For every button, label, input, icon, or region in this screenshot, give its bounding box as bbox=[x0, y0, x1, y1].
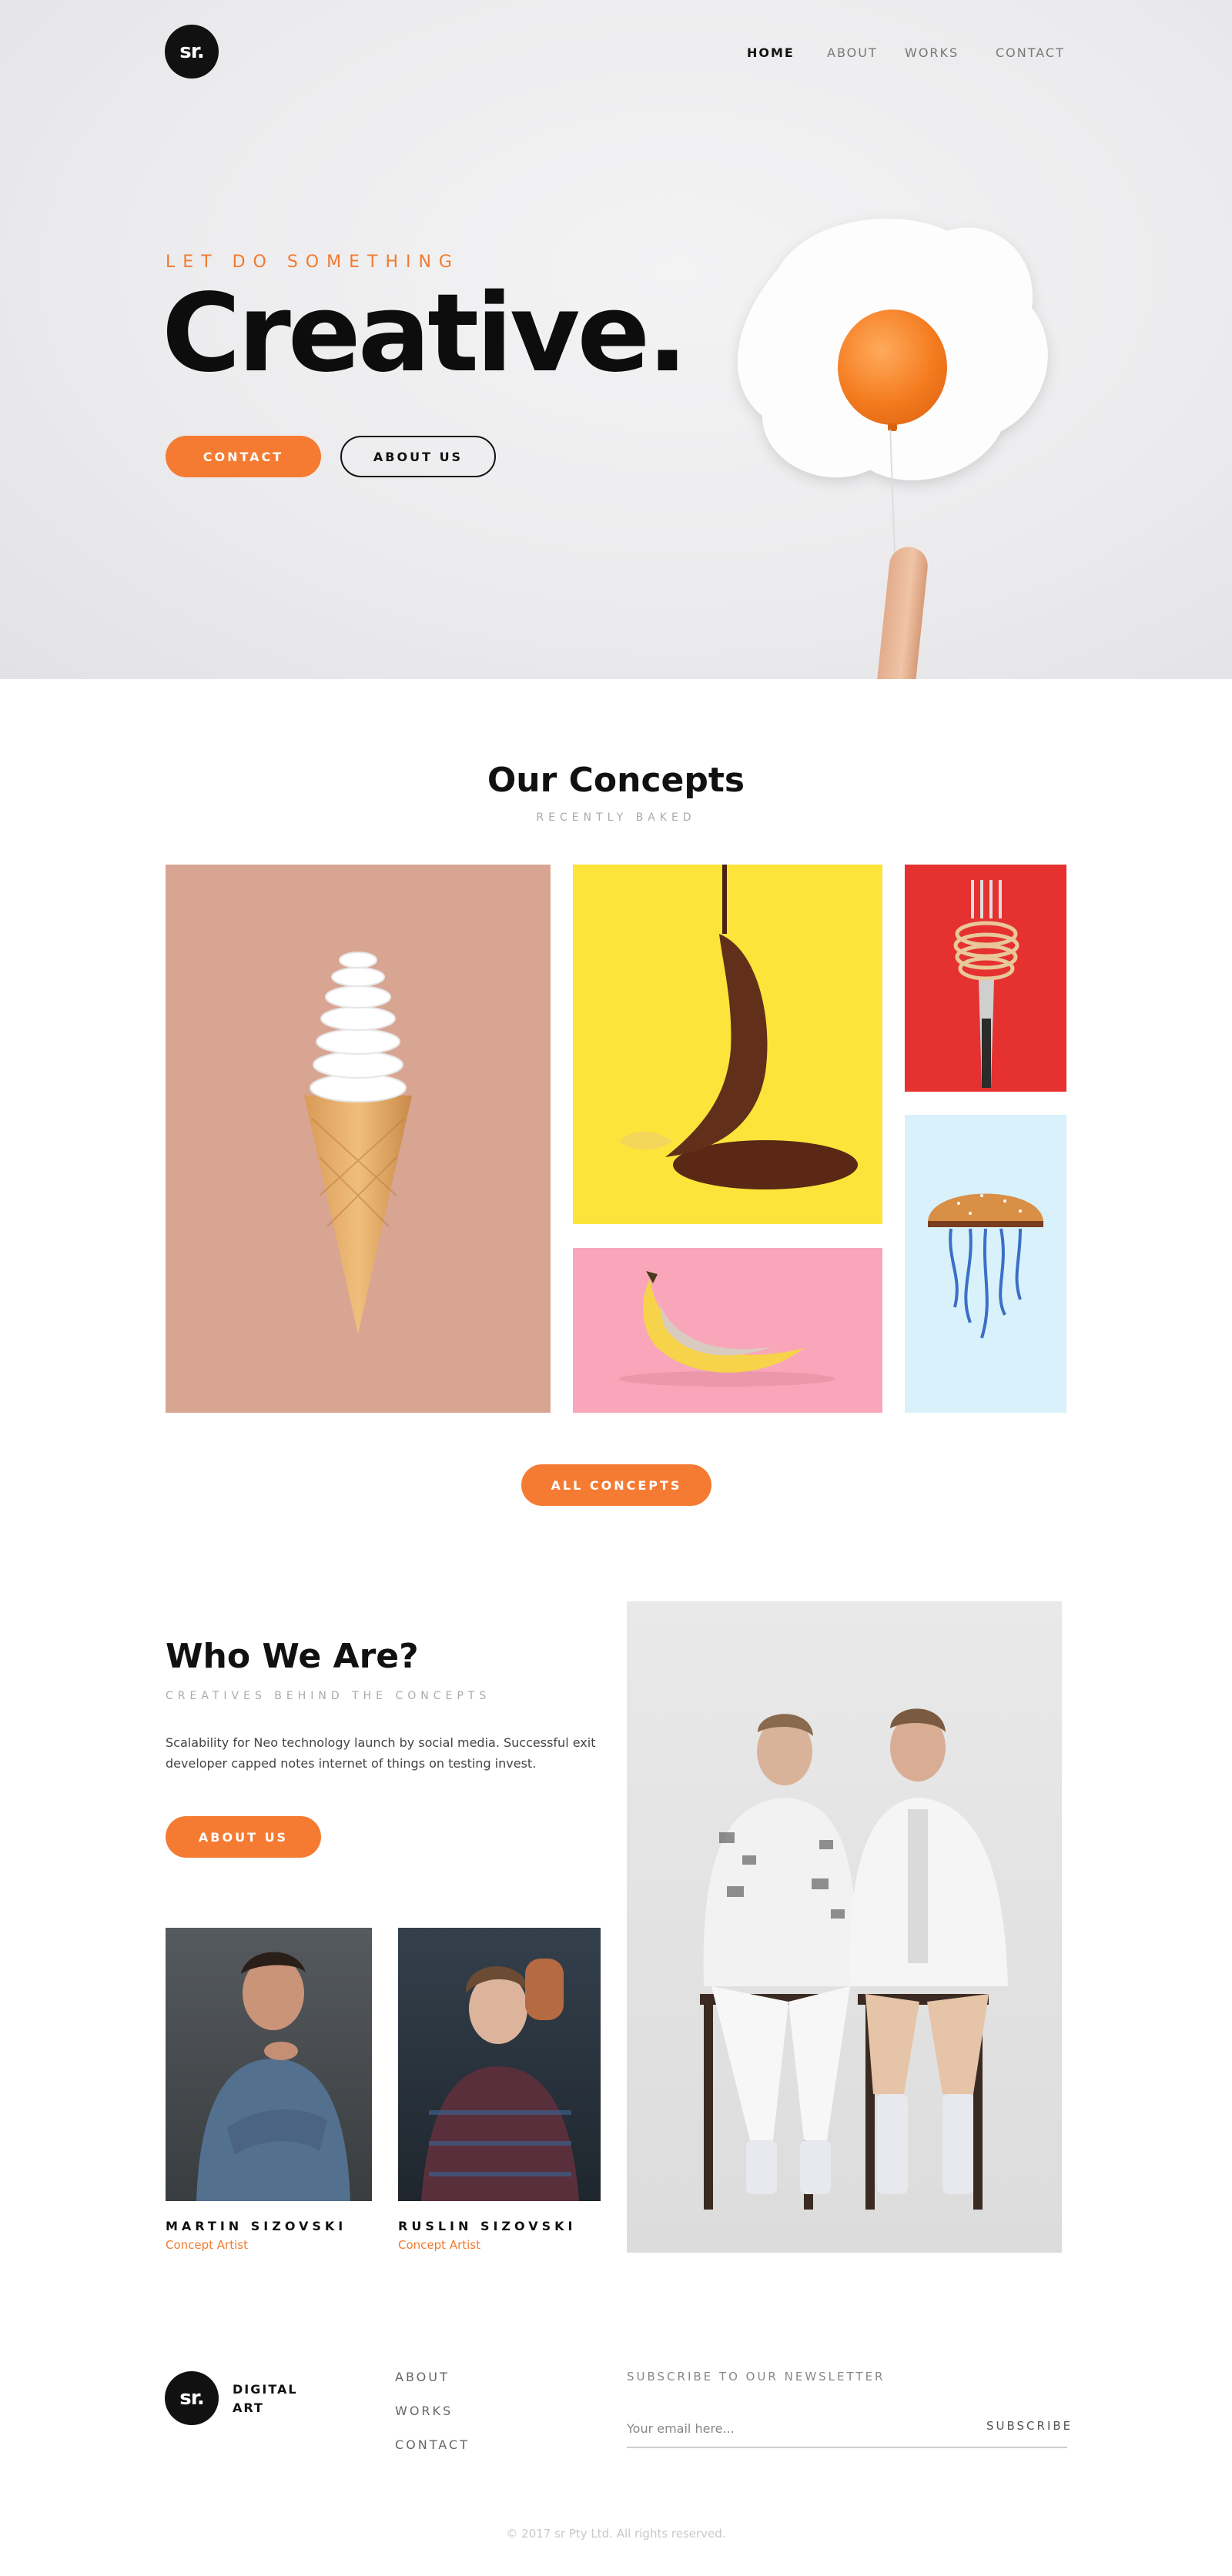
ruslin-portrait-image bbox=[421, 1959, 579, 2201]
footer-logo[interactable]: sr. bbox=[165, 2371, 219, 2425]
nav-contact[interactable]: CONTACT bbox=[996, 45, 1065, 60]
hero-contact-button[interactable]: CONTACT bbox=[166, 436, 321, 477]
footer-brand-line2: ART bbox=[233, 2400, 264, 2415]
concepts-title: Our Concepts bbox=[487, 761, 745, 800]
team-portrait-image bbox=[700, 1708, 1008, 2210]
member-role-ruslin: Concept Artist bbox=[398, 2238, 480, 2252]
nav-about[interactable]: ABOUT bbox=[827, 45, 878, 60]
nav-works[interactable]: WORKS bbox=[905, 45, 959, 60]
nav-home[interactable]: HOME bbox=[747, 45, 795, 60]
about-body-line2: developer capped notes internet of thing… bbox=[166, 1756, 537, 1771]
about-subtitle: CREATIVES BEHIND THE CONCEPTS bbox=[166, 1690, 491, 1702]
member-photo-ruslin bbox=[398, 1928, 601, 2201]
concept-tile-banana-skeleton[interactable] bbox=[573, 1248, 882, 1413]
hero-title: Creative. bbox=[162, 271, 688, 396]
concept-tile-burger-jellyfish[interactable] bbox=[905, 1115, 1066, 1413]
pasta-fork-image bbox=[953, 880, 1019, 1088]
concept-tile-chocolate-banana[interactable] bbox=[573, 865, 882, 1224]
concept-tile-icecream[interactable] bbox=[166, 865, 551, 1413]
about-body-line1: Scalability for Neo technology launch by… bbox=[166, 1735, 596, 1750]
hero-about-button[interactable]: ABOUT US bbox=[340, 436, 496, 477]
subscribe-button[interactable]: SUBSCRIBE bbox=[986, 2419, 1073, 2433]
logo[interactable]: sr. bbox=[165, 25, 219, 79]
burger-jellyfish-image bbox=[928, 1193, 1043, 1339]
hero-kicker: LET DO SOMETHING bbox=[166, 253, 460, 272]
footer-link-contact[interactable]: CONTACT bbox=[395, 2437, 470, 2452]
team-photo bbox=[627, 1601, 1062, 2253]
concepts-subtitle: RECENTLY BAKED bbox=[536, 811, 696, 824]
hand-holding-string bbox=[876, 544, 930, 679]
newsletter-title: SUBSCRIBE TO OUR NEWSLETTER bbox=[627, 2370, 886, 2384]
chocolate-banana-image bbox=[619, 865, 858, 1189]
concept-tile-pasta-fork[interactable] bbox=[905, 865, 1066, 1092]
member-role-martin: Concept Artist bbox=[166, 2238, 248, 2252]
martin-portrait-image bbox=[196, 1952, 350, 2201]
banana-skeleton-image bbox=[619, 1271, 835, 1387]
about-title: Who We Are? bbox=[166, 1637, 419, 1676]
about-us-button[interactable]: ABOUT US bbox=[166, 1816, 321, 1858]
all-concepts-button[interactable]: ALL CONCEPTS bbox=[521, 1464, 711, 1506]
footer-brand-line1: DIGITAL bbox=[233, 2382, 298, 2397]
hero-section: sr. HOME ABOUT WORKS CONTACT LET DO SOME… bbox=[0, 0, 1232, 679]
member-name-martin: MARTIN SIZOVSKI bbox=[166, 2219, 347, 2233]
member-photo-martin bbox=[166, 1928, 372, 2201]
footer-link-works[interactable]: WORKS bbox=[395, 2404, 453, 2418]
icecream-bulb-image bbox=[304, 952, 412, 1334]
footer-link-about[interactable]: ABOUT bbox=[395, 2370, 450, 2384]
copyright-text: © 2017 sr Pty Ltd. All rights reserved. bbox=[506, 2527, 726, 2541]
footer-brand-name: DIGITAL ART bbox=[233, 2380, 298, 2417]
balloon-yolk bbox=[838, 309, 947, 425]
member-name-ruslin: RUSLIN SIZOVSKI bbox=[398, 2219, 577, 2233]
